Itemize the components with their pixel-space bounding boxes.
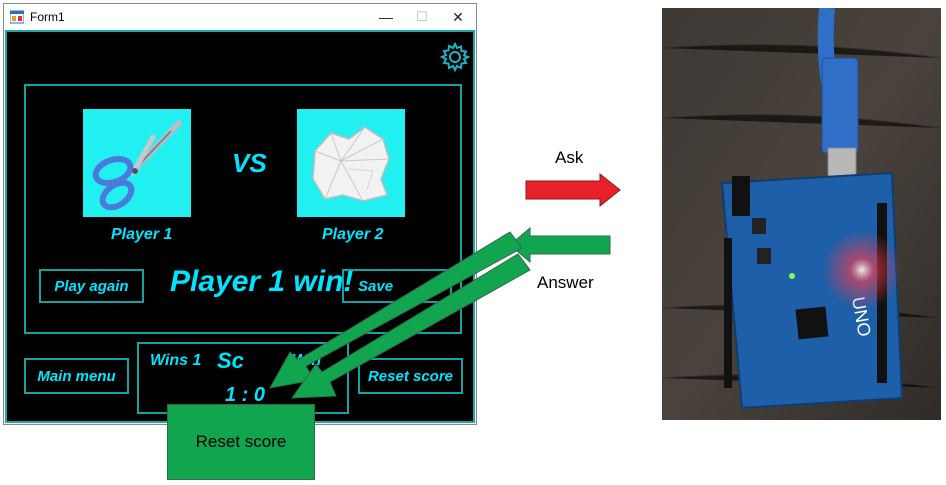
ask-label: Ask (555, 148, 584, 167)
answer-arrow (509, 226, 611, 264)
ask-arrow (525, 172, 621, 208)
reset-score-callout-label: Reset score (195, 432, 287, 451)
diagonal-arrow-2 (291, 253, 531, 399)
answer-label: Answer (537, 273, 594, 292)
diagonal-arrow-1 (269, 231, 523, 389)
arduino-photo: UNO (662, 8, 941, 420)
reset-score-callout: Reset score (167, 404, 315, 480)
